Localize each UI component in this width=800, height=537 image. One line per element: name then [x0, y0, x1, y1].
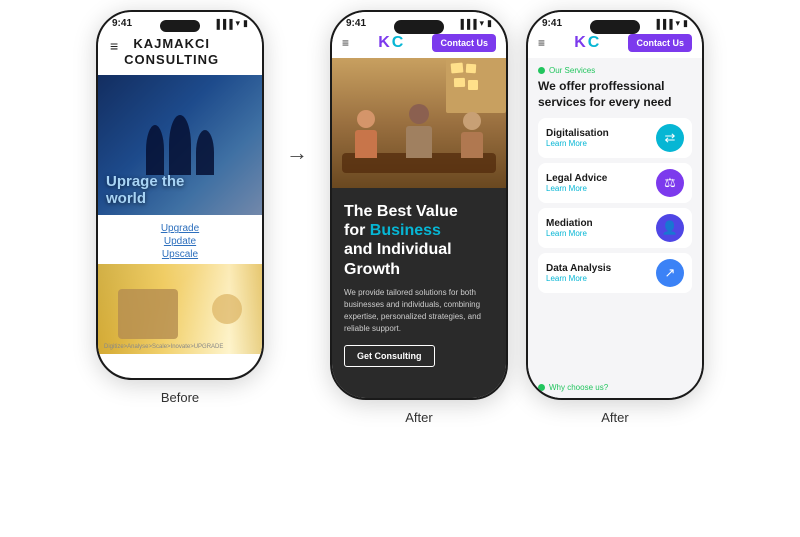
phone-before-notch: [160, 20, 200, 32]
phone-after1: 9:41 ▐▐▐ ▾ ▮ ≡ K C: [330, 10, 508, 400]
phone-after2-notch: [590, 20, 640, 34]
phone-after1-status-icons: ▐▐▐ ▾ ▮: [457, 18, 492, 29]
phone-before-inner: 9:41 ▐▐▐ ▾ ▮ ≡ KAJMAKCI: [98, 12, 262, 378]
main-container: 9:41 ▐▐▐ ▾ ▮ ≡ KAJMAKCI: [0, 0, 800, 537]
phone-before-hero: Uprage the world: [98, 75, 262, 215]
phone-after2-bottom: Why choose us?: [528, 377, 702, 398]
brand-name: KAJMAKCI CONSULTING: [124, 36, 219, 67]
phone-after2-wrapper: 9:41 ▐▐▐ ▾ ▮ ≡ K C: [526, 10, 704, 425]
service-item-legal: Legal Advice Learn More ⚖: [538, 163, 692, 203]
headline-highlight: Business: [370, 222, 441, 239]
phone-after2-frame: 9:41 ▐▐▐ ▾ ▮ ≡ K C: [526, 10, 704, 400]
contact-us-button2[interactable]: Contact Us: [628, 34, 692, 52]
phone-after2: 9:41 ▐▐▐ ▾ ▮ ≡ K C: [526, 10, 704, 400]
phone-before-hero2: Digitize>Analyse>Scale>Inovate>UPGRADE: [98, 264, 262, 354]
phone-before: 9:41 ▐▐▐ ▾ ▮ ≡ KAJMAKCI: [96, 10, 264, 380]
digitalisation-icon: ⇄: [656, 124, 684, 152]
why-choose-dot: [538, 384, 545, 391]
wifi-icon2: ▾: [480, 18, 485, 29]
service-info-data: Data Analysis Learn More: [546, 263, 611, 283]
kc-logo2: K C: [574, 34, 599, 52]
link-update[interactable]: Update: [164, 236, 196, 247]
service-name-legal: Legal Advice: [546, 173, 607, 184]
phones-row: 9:41 ▐▐▐ ▾ ▮ ≡ KAJMAKCI: [86, 0, 714, 537]
phone-after1-time: 9:41: [346, 18, 366, 29]
data-icon: ↗: [656, 259, 684, 287]
our-services-tag: Our Services: [538, 66, 692, 75]
link-upscale[interactable]: Upscale: [162, 249, 198, 260]
battery-icon3: ▮: [683, 18, 688, 29]
phone-before-frame: 9:41 ▐▐▐ ▾ ▮ ≡ KAJMAKCI: [96, 10, 264, 380]
battery-icon2: ▮: [487, 18, 492, 29]
hamburger-icon3: ≡: [538, 36, 545, 50]
service-item-digitalisation: Digitalisation Learn More ⇄: [538, 118, 692, 158]
after1-label: After: [405, 410, 432, 425]
services-section: Our Services We offer proffessional serv…: [528, 58, 702, 377]
phone-after1-content: The Best Value for Business and Individu…: [332, 188, 506, 398]
get-consulting-button[interactable]: Get Consulting: [344, 345, 435, 367]
service-name-data: Data Analysis: [546, 263, 611, 274]
battery-icon: ▮: [243, 18, 248, 29]
after2-label: After: [601, 410, 628, 425]
service-name-mediation: Mediation: [546, 218, 593, 229]
service-info-digitalisation: Digitalisation Learn More: [546, 128, 609, 148]
phone-before-wrapper: 9:41 ▐▐▐ ▾ ▮ ≡ KAJMAKCI: [96, 10, 264, 405]
note2: [466, 64, 476, 74]
service-info-mediation: Mediation Learn More: [546, 218, 593, 238]
wifi-icon: ▾: [236, 18, 241, 29]
hamburger-icon2: ≡: [342, 36, 349, 50]
phone-after1-headline: The Best Value for Business and Individu…: [344, 202, 494, 279]
phone-after1-wrapper: 9:41 ▐▐▐ ▾ ▮ ≡ K C: [330, 10, 508, 425]
phone-after2-inner: 9:41 ▐▐▐ ▾ ▮ ≡ K C: [528, 12, 702, 398]
wifi-icon3: ▾: [676, 18, 681, 29]
why-choose-text: Why choose us?: [549, 383, 608, 392]
green-dot: [538, 67, 545, 74]
phone-before-links: Upgrade Update Upscale: [98, 215, 262, 264]
phone-before-time: 9:41: [112, 18, 132, 29]
signal-icon2: ▐▐▐: [457, 19, 476, 29]
footer-text: Digitize>Analyse>Scale>Inovate>UPGRADE: [104, 344, 223, 350]
service-learn-mediation[interactable]: Learn More: [546, 229, 593, 238]
logo-k: K: [378, 34, 390, 52]
note4: [468, 80, 478, 90]
kc-logo: K C: [378, 34, 403, 52]
logo-c2: C: [588, 34, 600, 52]
service-info-legal: Legal Advice Learn More: [546, 173, 607, 193]
phone-after2-status-icons: ▐▐▐ ▾ ▮: [653, 18, 688, 29]
service-name-digitalisation: Digitalisation: [546, 128, 609, 139]
service-item-data: Data Analysis Learn More ↗: [538, 253, 692, 293]
mediation-icon: 👤: [656, 214, 684, 242]
services-headline: We offer proffessional services for ever…: [538, 79, 692, 110]
arrow-icon: →: [286, 140, 308, 166]
service-learn-data[interactable]: Learn More: [546, 274, 611, 283]
our-services-label: Our Services: [549, 66, 595, 75]
legal-icon: ⚖: [656, 169, 684, 197]
phone-after1-frame: 9:41 ▐▐▐ ▾ ▮ ≡ K C: [330, 10, 508, 400]
logo-k2: K: [574, 34, 586, 52]
phone-after1-body: We provide tailored solutions for both b…: [344, 287, 494, 335]
arrow-container: →: [282, 140, 312, 166]
phone-after1-inner: 9:41 ▐▐▐ ▾ ▮ ≡ K C: [332, 12, 506, 398]
note1: [451, 62, 464, 73]
service-learn-legal[interactable]: Learn More: [546, 184, 607, 193]
phone-after2-time: 9:41: [542, 18, 562, 29]
hamburger-icon: ≡: [110, 38, 118, 54]
signal-icon3: ▐▐▐: [653, 19, 672, 29]
signal-icon: ▐▐▐: [213, 19, 232, 29]
service-learn-digitalisation[interactable]: Learn More: [546, 139, 609, 148]
logo-c: C: [392, 34, 404, 52]
phone-after1-notch: [394, 20, 444, 34]
hero-text: Uprage the world: [106, 173, 254, 208]
note3: [454, 78, 465, 87]
phone-before-status-icons: ▐▐▐ ▾ ▮: [213, 18, 248, 29]
phone-after1-hero-img: [332, 58, 506, 188]
contact-us-button[interactable]: Contact Us: [432, 34, 496, 52]
link-upgrade[interactable]: Upgrade: [161, 223, 199, 234]
service-item-mediation: Mediation Learn More 👤: [538, 208, 692, 248]
before-label: Before: [161, 390, 199, 405]
